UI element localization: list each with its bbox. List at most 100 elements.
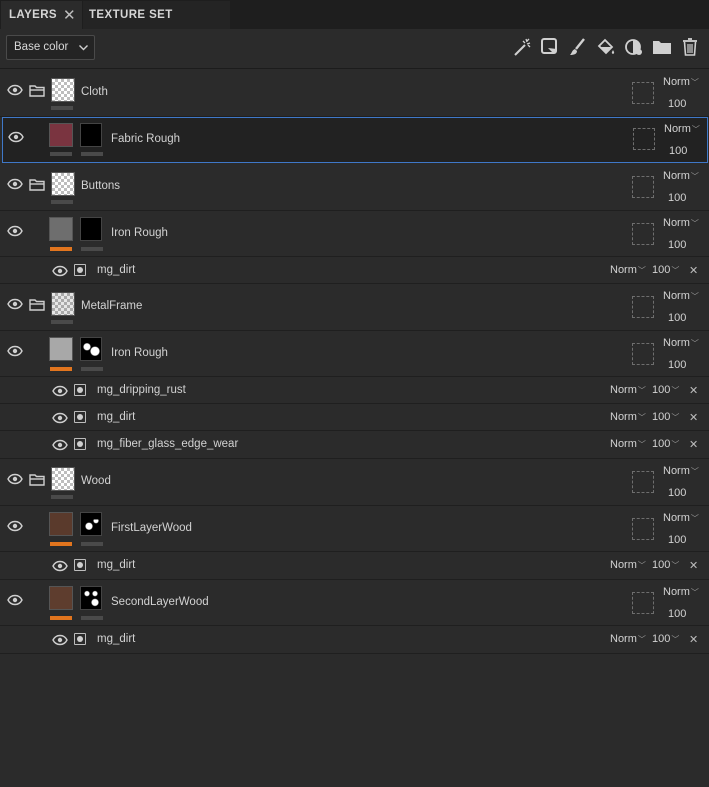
effect-name[interactable]: mg_dirt [97, 411, 135, 423]
layer-name[interactable]: Buttons [81, 180, 120, 192]
effect-name[interactable]: mg_dirt [97, 633, 135, 645]
blend-mode-dropdown[interactable]: Norm﹀ [663, 586, 699, 598]
layer-row[interactable]: FirstLayerWood Norm﹀ 100 [0, 506, 709, 552]
folder-icon[interactable] [29, 298, 46, 312]
layer-mask-thumbnail[interactable] [80, 586, 102, 610]
folder-icon[interactable] [29, 473, 46, 487]
eye-icon[interactable] [52, 265, 68, 277]
layer-name[interactable]: FirstLayerWood [111, 522, 192, 534]
opacity-value[interactable]: 100 [668, 608, 686, 620]
blend-mode-dropdown[interactable]: Norm﹀ [610, 264, 646, 276]
layer-name[interactable]: SecondLayerWood [111, 596, 209, 608]
eye-icon[interactable] [52, 560, 68, 572]
layer-mask-slot[interactable] [632, 176, 654, 198]
layer-mask-slot[interactable] [632, 296, 654, 318]
blend-mode-dropdown[interactable]: Norm﹀ [663, 512, 699, 524]
opacity-value[interactable]: 100 [668, 239, 686, 251]
effect-name[interactable]: mg_dirt [97, 264, 135, 276]
eye-icon[interactable] [7, 84, 23, 96]
close-icon[interactable]: ✕ [63, 1, 76, 30]
layer-name[interactable]: Cloth [81, 86, 108, 98]
layer-mask-slot[interactable] [633, 128, 655, 150]
opacity-dropdown[interactable]: 100﹀ [652, 633, 679, 645]
layer-row-folder[interactable]: MetalFrame Norm﹀ 100 [0, 284, 709, 331]
opacity-value[interactable]: 100 [668, 312, 686, 324]
eye-icon[interactable] [7, 594, 23, 606]
remove-effect-icon[interactable]: ✕ [689, 264, 698, 277]
opacity-dropdown[interactable]: 100﹀ [652, 264, 679, 276]
effect-row[interactable]: mg_dripping_rust Norm﹀ 100﹀ ✕ [0, 377, 709, 404]
layer-mask-slot[interactable] [632, 592, 654, 614]
eye-icon[interactable] [52, 439, 68, 451]
fill-bucket-icon[interactable] [595, 36, 617, 58]
blend-mode-dropdown[interactable]: Norm﹀ [663, 76, 699, 88]
layer-mask-thumbnail[interactable] [80, 337, 102, 361]
tab-layers[interactable]: LAYERS ✕ [1, 1, 82, 29]
blend-mode-dropdown[interactable]: Norm﹀ [610, 384, 646, 396]
opacity-dropdown[interactable]: 100﹀ [652, 411, 679, 423]
layer-mask-slot[interactable] [632, 343, 654, 365]
blend-mode-dropdown[interactable]: Norm﹀ [664, 123, 700, 135]
eye-icon[interactable] [7, 473, 23, 485]
trash-icon[interactable] [679, 36, 701, 58]
layer-row-folder[interactable]: Buttons Norm﹀ 100 [0, 164, 709, 211]
opacity-value[interactable]: 100 [668, 487, 686, 499]
layer-row-selected[interactable]: Fabric Rough Norm﹀ 100 [2, 117, 708, 163]
layer-row-folder[interactable]: Wood Norm﹀ 100 [0, 459, 709, 506]
eye-icon[interactable] [7, 225, 23, 237]
layer-name[interactable]: MetalFrame [81, 300, 142, 312]
channel-dropdown[interactable]: Base color [6, 35, 95, 60]
layer-name[interactable]: Fabric Rough [111, 133, 180, 145]
layer-row[interactable]: Iron Rough Norm﹀ 100 [0, 211, 709, 257]
effect-row[interactable]: mg_fiber_glass_edge_wear Norm﹀ 100﹀ ✕ [0, 431, 709, 459]
opacity-value[interactable]: 100 [668, 359, 686, 371]
blend-mode-dropdown[interactable]: Norm﹀ [610, 438, 646, 450]
effect-name[interactable]: mg_dripping_rust [97, 384, 186, 396]
layer-mask-slot[interactable] [632, 518, 654, 540]
remove-effect-icon[interactable]: ✕ [689, 633, 698, 646]
effect-row[interactable]: mg_dirt Norm﹀ 100﹀ ✕ [0, 257, 709, 284]
eye-icon[interactable] [7, 298, 23, 310]
layer-name[interactable]: Iron Rough [111, 347, 168, 359]
effect-row[interactable]: mg_dirt Norm﹀ 100﹀ ✕ [0, 552, 709, 580]
remove-effect-icon[interactable]: ✕ [689, 438, 698, 451]
layer-mask-slot[interactable] [632, 223, 654, 245]
opacity-dropdown[interactable]: 100﹀ [652, 559, 679, 571]
layer-mask-slot[interactable] [632, 471, 654, 493]
mask-icon[interactable] [623, 36, 645, 58]
blend-mode-dropdown[interactable]: Norm﹀ [610, 633, 646, 645]
layer-mask-thumbnail[interactable] [80, 217, 102, 241]
paint-brush-icon[interactable] [567, 36, 589, 58]
opacity-value[interactable]: 100 [668, 98, 686, 110]
blend-mode-dropdown[interactable]: Norm﹀ [663, 465, 699, 477]
opacity-value[interactable]: 100 [668, 192, 686, 204]
layer-mask-thumbnail[interactable] [80, 512, 102, 536]
remove-effect-icon[interactable]: ✕ [689, 384, 698, 397]
opacity-dropdown[interactable]: 100﹀ [652, 438, 679, 450]
blend-mode-dropdown[interactable]: Norm﹀ [663, 217, 699, 229]
blend-mode-dropdown[interactable]: Norm﹀ [610, 559, 646, 571]
blend-mode-dropdown[interactable]: Norm﹀ [663, 337, 699, 349]
folder-icon[interactable] [29, 178, 46, 192]
remove-effect-icon[interactable]: ✕ [689, 411, 698, 424]
folder-icon[interactable] [651, 36, 673, 58]
eye-icon[interactable] [7, 345, 23, 357]
blend-mode-dropdown[interactable]: Norm﹀ [610, 411, 646, 423]
eye-icon[interactable] [52, 634, 68, 646]
effect-row[interactable]: mg_dirt Norm﹀ 100﹀ ✕ [0, 404, 709, 431]
layer-row[interactable]: SecondLayerWood Norm﹀ 100 [0, 580, 709, 626]
effect-name[interactable]: mg_fiber_glass_edge_wear [97, 438, 238, 450]
layer-row[interactable]: Iron Rough Norm﹀ 100 [0, 331, 709, 377]
tab-texture-set-settings[interactable]: TEXTURE SET SETTINGS [83, 1, 230, 50]
eye-icon[interactable] [8, 131, 24, 143]
eye-icon[interactable] [7, 178, 23, 190]
effect-name[interactable]: mg_dirt [97, 559, 135, 571]
layer-name[interactable]: Wood [81, 475, 111, 487]
magic-wand-icon[interactable] [511, 36, 533, 58]
blend-mode-dropdown[interactable]: Norm﹀ [663, 290, 699, 302]
opacity-value[interactable]: 100 [669, 145, 687, 157]
layer-row-folder[interactable]: Cloth Norm﹀ 100 [0, 70, 709, 117]
layer-name[interactable]: Iron Rough [111, 227, 168, 239]
opacity-dropdown[interactable]: 100﹀ [652, 384, 679, 396]
eye-icon[interactable] [52, 412, 68, 424]
